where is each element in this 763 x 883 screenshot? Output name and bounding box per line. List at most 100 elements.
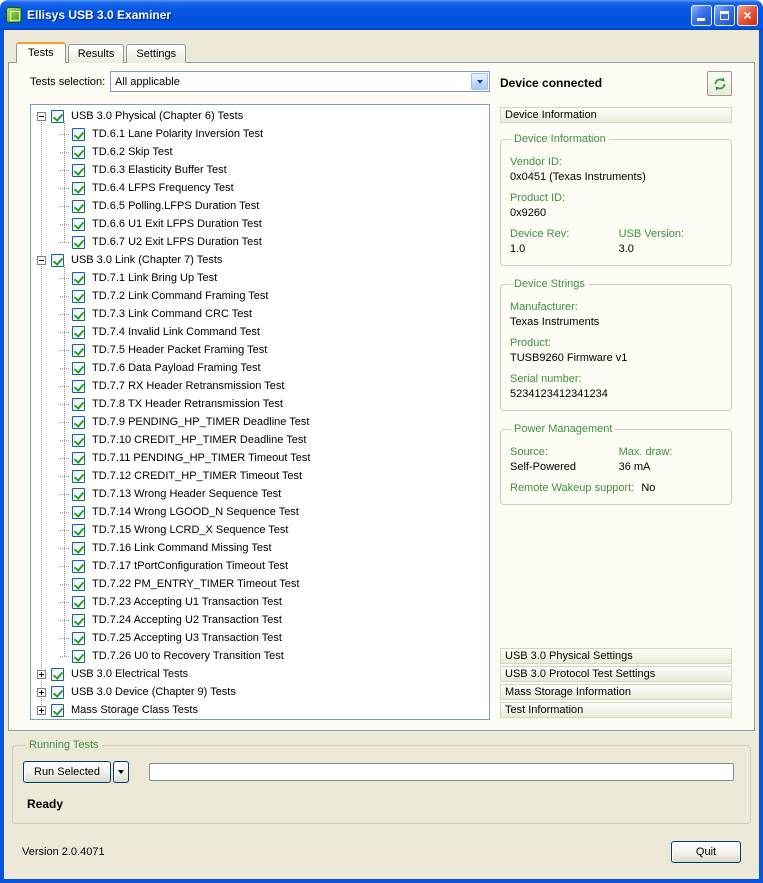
tree-group-row[interactable]: USB 3.0 Device (Chapter 9) Tests [33, 683, 487, 701]
checkbox-checked[interactable] [72, 506, 85, 519]
tests-selection-combobox[interactable]: All applicable [110, 71, 490, 92]
checkbox-checked[interactable] [72, 452, 85, 465]
tree-item-row[interactable]: TD.6.2 Skip Test [57, 143, 487, 161]
tab-settings[interactable]: Settings [126, 44, 186, 63]
tree-group-row[interactable]: Mass Storage Class Tests [33, 701, 487, 719]
tree-group-label: USB 3.0 Electrical Tests [69, 667, 190, 681]
tree-item-label: TD.7.15 Wrong LCRD_X Sequence Test [90, 523, 290, 537]
tree-connector [60, 458, 69, 459]
tree-item-row[interactable]: TD.7.17 tPortConfiguration Timeout Test [57, 557, 487, 575]
checkbox-checked[interactable] [72, 272, 85, 285]
checkbox-checked[interactable] [72, 362, 85, 375]
tree-item-row[interactable]: TD.7.15 Wrong LCRD_X Sequence Test [57, 521, 487, 539]
collapse-icon[interactable] [37, 256, 46, 265]
expand-icon[interactable] [37, 670, 46, 679]
checkbox-checked[interactable] [72, 650, 85, 663]
tree-item-row[interactable]: TD.7.7 RX Header Retransmission Test [57, 377, 487, 395]
tree-item-row[interactable]: TD.6.5 Polling.LFPS Duration Test [57, 197, 487, 215]
tree-item-row[interactable]: TD.7.2 Link Command Framing Test [57, 287, 487, 305]
tree-item-row[interactable]: TD.7.26 U0 to Recovery Transition Test [57, 647, 487, 665]
tree-item-row[interactable]: TD.7.5 Header Packet Framing Test [57, 341, 487, 359]
tree-item-row[interactable]: TD.7.10 CREDIT_HP_TIMER Deadline Test [57, 431, 487, 449]
titlebar[interactable]: Ellisys USB 3.0 Examiner × [0, 0, 763, 30]
tree-group-row[interactable]: USB 3.0 Link (Chapter 7) Tests [33, 251, 487, 269]
tree-item-row[interactable]: TD.7.25 Accepting U3 Transaction Test [57, 629, 487, 647]
checkbox-checked[interactable] [72, 488, 85, 501]
tests-tree[interactable]: USB 3.0 Physical (Chapter 6) TestsTD.6.1… [30, 104, 490, 720]
tree-item-row[interactable]: TD.6.7 U2 Exit LFPS Duration Test [57, 233, 487, 251]
checkbox-checked[interactable] [72, 470, 85, 483]
product-id-field: Product ID: 0x9260 [510, 192, 722, 219]
window-body: TestsResultsSettings Tests selection: Al… [0, 30, 763, 883]
checkbox-checked[interactable] [72, 614, 85, 627]
tree-group-label: Mass Storage Class Tests [69, 703, 200, 717]
minimize-button[interactable] [691, 5, 712, 26]
tree-item-row[interactable]: TD.7.3 Link Command CRC Test [57, 305, 487, 323]
section-header-4[interactable]: Test Information [500, 702, 732, 718]
tree-item-row[interactable]: TD.7.6 Data Payload Framing Test [57, 359, 487, 377]
checkbox-checked[interactable] [72, 596, 85, 609]
checkbox-checked[interactable] [72, 290, 85, 303]
tree-group-row[interactable]: USB 3.0 Physical (Chapter 6) Tests [33, 107, 487, 125]
checkbox-checked[interactable] [72, 542, 85, 555]
tree-item-row[interactable]: TD.7.4 Invalid Link Command Test [57, 323, 487, 341]
checkbox-checked[interactable] [72, 182, 85, 195]
maximize-button[interactable] [714, 5, 735, 26]
checkbox-checked[interactable] [72, 236, 85, 249]
chevron-down-icon[interactable] [471, 73, 488, 90]
expand-icon[interactable] [37, 688, 46, 697]
collapse-icon[interactable] [37, 112, 46, 121]
refresh-button[interactable] [707, 71, 732, 96]
progress-bar [149, 763, 734, 781]
close-button[interactable]: × [737, 5, 758, 26]
tree-item-row[interactable]: TD.7.24 Accepting U2 Transaction Test [57, 611, 487, 629]
tree-item-row[interactable]: TD.7.14 Wrong LGOOD_N Sequence Test [57, 503, 487, 521]
checkbox-checked[interactable] [72, 344, 85, 357]
checkbox-checked[interactable] [72, 146, 85, 159]
checkbox-checked[interactable] [72, 578, 85, 591]
tree-item-row[interactable]: TD.7.13 Wrong Header Sequence Test [57, 485, 487, 503]
section-header-device-information[interactable]: Device Information [500, 107, 732, 123]
section-header-2[interactable]: USB 3.0 Protocol Test Settings [500, 666, 732, 682]
checkbox-checked[interactable] [72, 326, 85, 339]
section-header-3[interactable]: Mass Storage Information [500, 684, 732, 700]
tree-item-row[interactable]: TD.6.1 Lane Polarity Inversion Test [57, 125, 487, 143]
checkbox-checked[interactable] [51, 254, 64, 267]
checkbox-checked[interactable] [51, 110, 64, 123]
tree-item-row[interactable]: TD.7.1 Link Bring Up Test [57, 269, 487, 287]
run-selected-button[interactable]: Run Selected [23, 761, 111, 783]
tree-item-row[interactable]: TD.7.12 CREDIT_HP_TIMER Timeout Test [57, 467, 487, 485]
tab-tests[interactable]: Tests [16, 42, 66, 63]
tree-item-row[interactable]: TD.7.22 PM_ENTRY_TIMER Timeout Test [57, 575, 487, 593]
checkbox-checked[interactable] [72, 200, 85, 213]
tree-item-row[interactable]: TD.7.9 PENDING_HP_TIMER Deadline Test [57, 413, 487, 431]
checkbox-checked[interactable] [51, 686, 64, 699]
tree-item-row[interactable]: TD.6.4 LFPS Frequency Test [57, 179, 487, 197]
checkbox-checked[interactable] [72, 416, 85, 429]
checkbox-checked[interactable] [72, 434, 85, 447]
checkbox-checked[interactable] [72, 128, 85, 141]
checkbox-checked[interactable] [72, 524, 85, 537]
tree-item-row[interactable]: TD.7.23 Accepting U1 Transaction Test [57, 593, 487, 611]
checkbox-checked[interactable] [51, 668, 64, 681]
section-header-1[interactable]: USB 3.0 Physical Settings [500, 648, 732, 664]
tree-item-row[interactable]: TD.7.16 Link Command Missing Test [57, 539, 487, 557]
quit-button[interactable]: Quit [671, 841, 741, 863]
checkbox-checked[interactable] [72, 308, 85, 321]
checkbox-checked[interactable] [72, 632, 85, 645]
tree-item-row[interactable]: TD.7.11 PENDING_HP_TIMER Timeout Test [57, 449, 487, 467]
checkbox-checked[interactable] [72, 164, 85, 177]
checkbox-checked[interactable] [72, 218, 85, 231]
checkbox-checked[interactable] [51, 704, 64, 717]
tree-item-row[interactable]: TD.6.3 Elasticity Buffer Test [57, 161, 487, 179]
tree-group-row[interactable]: USB 3.0 Electrical Tests [33, 665, 487, 683]
checkbox-checked[interactable] [72, 398, 85, 411]
expand-icon[interactable] [37, 706, 46, 715]
run-options-dropdown-button[interactable] [113, 761, 129, 783]
checkbox-checked[interactable] [72, 380, 85, 393]
tab-results[interactable]: Results [68, 44, 125, 63]
tree-item-row[interactable]: TD.6.6 U1 Exit LFPS Duration Test [57, 215, 487, 233]
tree-item-row[interactable]: TD.7.8 TX Header Retransmission Test [57, 395, 487, 413]
remote-wakeup-label: Remote Wakeup support: [510, 482, 634, 494]
checkbox-checked[interactable] [72, 560, 85, 573]
